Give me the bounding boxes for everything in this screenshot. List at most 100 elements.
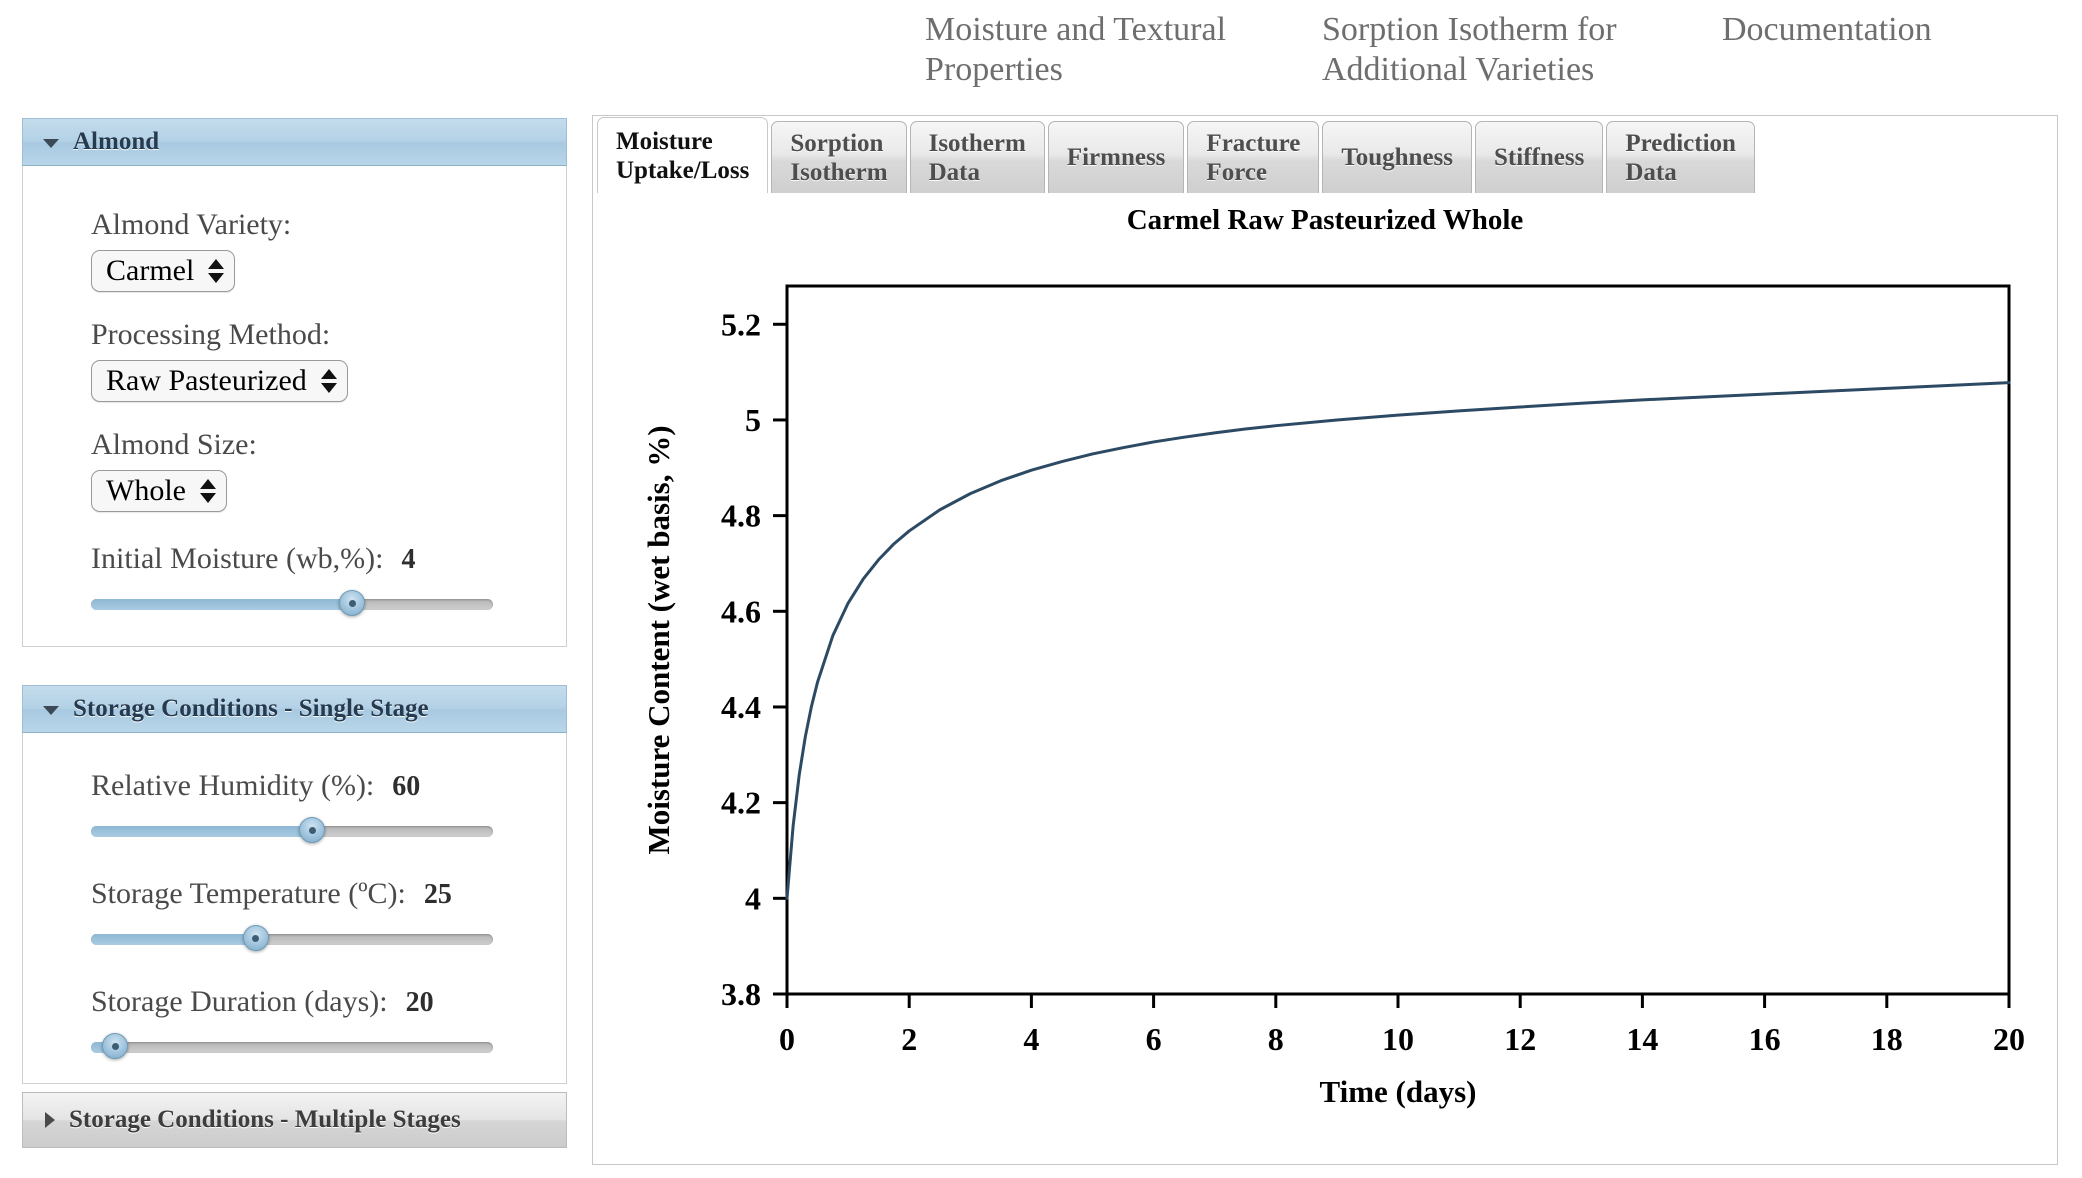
control-processing-method: Processing Method: Raw Pasteurized: [23, 318, 566, 402]
select-almond-variety-value: Carmel: [106, 254, 195, 287]
panel-title-almond: Almond: [73, 128, 160, 155]
panel-body-almond: Almond Variety: Carmel Processing Method…: [22, 166, 567, 647]
main-panel: Moisture Uptake/Loss Sorption Isotherm Iso…: [592, 115, 2058, 1165]
svg-text:4: 4: [745, 880, 761, 916]
control-storage-temperature: Storage Temperature (ºC): 25: [23, 877, 566, 951]
control-initial-moisture: Initial Moisture (wb,%): 4: [23, 542, 566, 616]
svg-text:6: 6: [1146, 1021, 1162, 1057]
value-storage-duration: 20: [405, 987, 434, 1018]
tab-toughness[interactable]: Toughness: [1322, 121, 1473, 193]
panel-title-storage-single-stage: Storage Conditions - Single Stage: [73, 695, 429, 722]
panel-title-storage-multiple-stages: Storage Conditions - Multiple Stages: [69, 1106, 461, 1133]
slider-initial-moisture[interactable]: [91, 590, 493, 616]
panel-almond: Almond Almond Variety: Carmel Processing…: [22, 118, 567, 647]
panel-header-storage-single-stage[interactable]: Storage Conditions - Single Stage: [22, 685, 567, 733]
panel-header-almond[interactable]: Almond: [22, 118, 567, 166]
nav-item-documentation[interactable]: Documentation: [1722, 10, 2032, 50]
label-row-storage-temperature: Storage Temperature (ºC): 25: [91, 877, 566, 911]
svg-text:0: 0: [779, 1021, 795, 1057]
stepper-arrows-icon: [199, 479, 216, 503]
select-almond-size[interactable]: Whole: [91, 470, 227, 512]
moisture-uptake-chart: 3.8 4 4.2 4.4 4.6 4.8 5 5.2 0 2 4 6 8 10 12 14 16 18 20 Tim…: [641, 284, 2025, 1109]
label-initial-moisture: Initial Moisture (wb,%):: [91, 542, 384, 575]
nav-item-sorption-isotherm-additional-varieties[interactable]: Sorption Isotherm for Additional Varieti…: [1322, 10, 1692, 90]
tab-label: Isotherm Data: [928, 129, 1026, 186]
tab-sorption-isotherm[interactable]: Sorption Isotherm: [771, 121, 907, 193]
svg-text:14: 14: [1626, 1021, 1658, 1057]
slider-relative-humidity[interactable]: [91, 817, 493, 843]
tab-label: Prediction Data: [1625, 129, 1736, 186]
svg-text:5.2: 5.2: [721, 306, 761, 342]
select-processing-method-value: Raw Pasteurized: [106, 364, 307, 397]
svg-text:16: 16: [1749, 1021, 1781, 1057]
tab-prediction-data[interactable]: Prediction Data: [1606, 121, 1755, 193]
tab-moisture-uptake-loss[interactable]: Moisture Uptake/Loss: [597, 117, 769, 193]
tab-label: Fracture Force: [1206, 129, 1301, 186]
tab-label: Sorption Isotherm: [790, 129, 888, 186]
svg-text:3.8: 3.8: [721, 976, 761, 1012]
slider-handle[interactable]: [339, 590, 366, 616]
tab-isotherm-data[interactable]: Isotherm Data: [909, 121, 1045, 193]
slider-storage-duration[interactable]: [91, 1033, 493, 1059]
slider-handle[interactable]: [299, 817, 326, 843]
chevron-down-icon: [43, 139, 59, 148]
tab-label: Stiffness: [1494, 144, 1585, 171]
label-storage-duration: Storage Duration (days):: [91, 985, 388, 1018]
svg-text:2: 2: [901, 1021, 917, 1057]
top-navigation: Moisture and Textural Properties Sorptio…: [0, 0, 2082, 100]
svg-text:4.6: 4.6: [721, 593, 761, 629]
nav-item-moisture-textural-properties[interactable]: Moisture and Textural Properties: [925, 10, 1295, 90]
svg-text:Moisture Content (wet basis, %: Moisture Content (wet basis, %): [641, 425, 676, 854]
tab-fracture-force[interactable]: Fracture Force: [1187, 121, 1320, 193]
control-almond-variety: Almond Variety: Carmel: [23, 208, 566, 292]
svg-text:4.2: 4.2: [721, 785, 761, 821]
label-almond-variety: Almond Variety:: [91, 208, 292, 241]
label-row-initial-moisture: Initial Moisture (wb,%): 4: [91, 542, 566, 576]
svg-text:Time (days): Time (days): [1319, 1074, 1476, 1109]
chevron-down-icon: [43, 706, 59, 715]
select-almond-size-value: Whole: [106, 474, 186, 507]
svg-text:20: 20: [1993, 1021, 2025, 1057]
select-almond-variety[interactable]: Carmel: [91, 250, 236, 292]
tab-label: Firmness: [1066, 144, 1166, 171]
svg-text:10: 10: [1382, 1021, 1414, 1057]
svg-text:4: 4: [1023, 1021, 1039, 1057]
select-processing-method[interactable]: Raw Pasteurized: [91, 360, 348, 402]
tab-stiffness[interactable]: Stiffness: [1475, 121, 1604, 193]
svg-text:4.8: 4.8: [721, 498, 761, 534]
value-storage-temperature: 25: [423, 879, 452, 910]
slider-fill: [91, 826, 313, 837]
chevron-right-icon: [45, 1112, 55, 1128]
slider-handle[interactable]: [102, 1033, 129, 1059]
svg-text:12: 12: [1504, 1021, 1536, 1057]
slider-fill: [91, 599, 353, 610]
sidebar: Almond Almond Variety: Carmel Processing…: [22, 118, 567, 1148]
panel-header-storage-multiple-stages[interactable]: Storage Conditions - Multiple Stages: [22, 1092, 567, 1148]
tab-firmness[interactable]: Firmness: [1047, 121, 1185, 193]
label-storage-temperature: Storage Temperature (ºC):: [91, 877, 406, 910]
stepper-arrows-icon: [208, 259, 225, 283]
stepper-arrows-icon: [320, 369, 337, 393]
panel-storage-single-stage: Storage Conditions - Single Stage Relati…: [22, 685, 567, 1084]
tab-label: Moisture Uptake/Loss: [616, 127, 750, 184]
control-relative-humidity: Relative Humidity (%): 60: [23, 769, 566, 843]
svg-text:18: 18: [1871, 1021, 1903, 1057]
label-row-relative-humidity: Relative Humidity (%): 60: [91, 769, 566, 803]
value-relative-humidity: 60: [392, 771, 421, 802]
slider-storage-temperature[interactable]: [91, 925, 493, 951]
svg-text:4.4: 4.4: [721, 689, 761, 725]
slider-handle[interactable]: [242, 925, 269, 951]
label-row-storage-duration: Storage Duration (days): 20: [91, 985, 566, 1019]
label-processing-method: Processing Method:: [91, 318, 331, 351]
control-almond-size: Almond Size: Whole: [23, 428, 566, 512]
label-almond-size: Almond Size:: [91, 428, 257, 461]
panel-body-storage-single-stage: Relative Humidity (%): 60 Storage Temper…: [22, 733, 567, 1084]
tab-bar: Moisture Uptake/Loss Sorption Isotherm Iso…: [593, 115, 2059, 193]
control-storage-duration: Storage Duration (days): 20: [23, 985, 566, 1059]
svg-text:8: 8: [1268, 1021, 1284, 1057]
value-initial-moisture: 4: [401, 544, 416, 575]
slider-track: [91, 1042, 493, 1053]
svg-text:5: 5: [745, 402, 761, 438]
label-relative-humidity: Relative Humidity (%):: [91, 769, 375, 802]
tab-label: Toughness: [1341, 144, 1454, 171]
